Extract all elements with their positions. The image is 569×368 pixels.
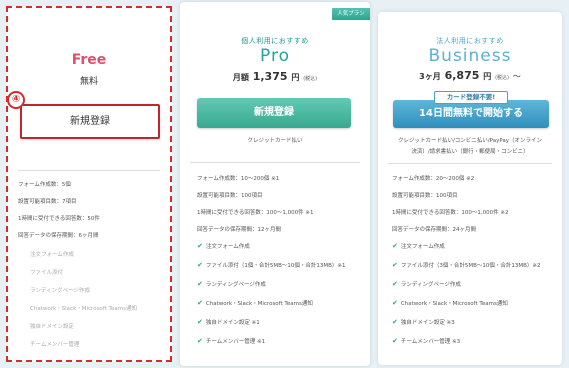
pro-register-button[interactable]: 新規登録 [197,98,351,128]
business-feature-notifications: ✔ Chatwork・Slack・Microsoft Teams通知 [392,299,508,307]
pro-feature-notifications: ✔ Chatwork・Slack・Microsoft Teams通知 [197,299,313,307]
business-plan-subtitle: 法人利用におすすめ [436,37,504,45]
start-free-trial-button[interactable]: 14日間無料で開始する [393,100,549,128]
check-icon: ✔ [197,280,203,288]
step-number-badge: ④ [7,91,25,109]
free-feature-custom-domain: 独自ドメイン設定 [30,324,75,330]
check-icon: ✔ [197,337,203,345]
popular-plan-ribbon: 人気プラン [332,8,370,20]
check-icon: ✔ [197,242,203,250]
free-plan-card: Free 無料 新規登録 フォーム作成数：5個 設置可能項目数：7項目 1時間に… [6,6,172,362]
check-icon: ✔ [392,318,398,326]
pro-plan-name: Pro [260,46,290,66]
pro-feature-landing-page: ✔ ランディングページ作成 [197,280,266,288]
pro-payment-note: クレジットカード払い [247,138,303,144]
free-spec-responses: 1時間に受付できる回答数：50件 [18,216,100,222]
check-icon: ✔ [392,280,398,288]
pro-feature-team-management: ✔ チームメンバー管理 ※1 [197,337,266,345]
business-payment-note-line1: クレジットカード払い/コンビニ払い/PayPay（オンライン [397,138,543,144]
pro-spec-fields: 設置可能項目数：100項目 [197,193,263,199]
business-spec-responses: 1時間に受付できる回答数：100〜1,000件 ※2 [392,210,509,216]
pro-spec-responses: 1時間に受付できる回答数：100〜1,000件 ※1 [197,210,314,216]
pro-feature-custom-domain: ✔ 独自ドメイン設定 ※1 [197,318,260,326]
check-icon: ✔ [392,242,398,250]
business-feature-custom-domain: ✔ 独自ドメイン設定 ※3 [392,318,455,326]
business-divider [388,163,552,164]
check-icon: ✔ [392,299,398,307]
pro-feature-file-attach: ✔ ファイル添付（1個・合計5MB〜10個・合計13MB）※1 [197,261,346,269]
free-feature-landing-page: ランディングページ作成 [30,288,91,294]
free-spec-retention: 回答データの保存期間：6ヶ月間 [18,233,99,239]
free-divider [18,170,160,171]
pro-spec-retention: 回答データの保存期間：12ヶ月間 [197,227,281,233]
pro-spec-forms: フォーム作成数：10〜200個 ※1 [197,176,280,182]
business-feature-order-form: ✔ 注文フォーム作成 [392,242,445,250]
business-feature-landing-page: ✔ ランディングページ作成 [392,280,461,288]
free-feature-team-management: チームメンバー管理 [30,342,80,348]
check-icon: ✔ [197,318,203,326]
business-feature-file-attach: ✔ ファイル添付（3個・合計5MB〜10個・合計13MB）※2 [392,261,541,269]
business-payment-note-line2: 決済）/請求書払い（銀行・郵便局・コンビニ） [411,149,529,155]
business-feature-team-management: ✔ チームメンバー管理 ※3 [392,337,461,345]
pro-plan-price: 月額 1,375 円 (税込) [232,70,318,83]
business-spec-forms: フォーム作成数：20〜200個 ※2 [392,176,475,182]
free-register-button[interactable]: 新規登録 [20,104,160,139]
free-spec-fields: 設置可能項目数：7項目 [18,199,77,205]
check-icon: ✔ [197,261,203,269]
free-feature-order-form: 注文フォーム作成 [30,252,74,258]
business-spec-retention: 回答データの保存期間：24ヶ月間 [392,227,476,233]
free-feature-notifications: Chatwork・Slack・Microsoft Teams通知 [30,306,137,312]
no-card-required-badge: カード登録不要! [434,91,508,104]
free-feature-file-attach: ファイル添付 [30,270,64,276]
check-icon: ✔ [197,299,203,307]
check-icon: ✔ [392,261,398,269]
check-icon: ✔ [392,337,398,345]
pro-divider [190,162,360,163]
business-plan-card: 法人利用におすすめ Business 3ヶ月 6,875 円 (税込) 〜 14… [378,12,562,365]
pro-plan-card: 人気プラン 個人利用におすすめ Pro 月額 1,375 円 (税込) 新規登録… [180,2,370,366]
free-plan-name: Free [71,52,107,68]
free-spec-forms: フォーム作成数：5個 [18,182,71,188]
business-spec-fields: 設置可能項目数：100項目 [392,193,458,199]
business-plan-price: 3ヶ月 6,875 円 (税込) 〜 [419,69,521,82]
pro-plan-subtitle: 個人利用におすすめ [241,37,309,45]
free-plan-price: 無料 [79,77,98,87]
pro-feature-order-form: ✔ 注文フォーム作成 [197,242,250,250]
business-plan-name: Business [428,46,512,66]
